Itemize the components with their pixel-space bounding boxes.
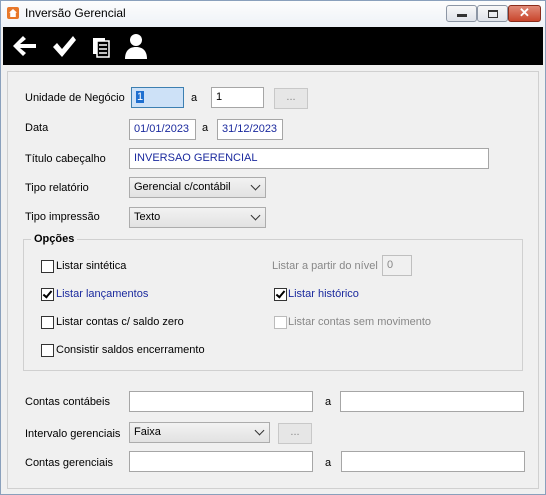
intervalo-gerenciais-label: Intervalo gerenciais (25, 428, 121, 440)
check-icon (275, 288, 286, 299)
date-separator: a (202, 122, 209, 134)
chevron-down-icon (254, 425, 265, 436)
check-icon[interactable] (49, 32, 79, 60)
chevron-down-icon (250, 210, 261, 221)
tipo-impressao-value: Texto (134, 211, 161, 223)
tipo-impressao-label: Tipo impressão (25, 211, 100, 223)
consistir-saldos-label: Consistir saldos encerramento (56, 344, 205, 356)
unidade-label: Unidade de Negócio (25, 92, 125, 104)
back-arrow-icon[interactable] (9, 32, 39, 60)
consistir-saldos-checkbox[interactable] (41, 344, 54, 357)
maximize-button[interactable] (477, 5, 508, 22)
listar-sem-movimento-label: Listar contas sem movimento (288, 316, 432, 328)
listar-lancamentos-checkbox[interactable] (41, 288, 54, 301)
tipo-impressao-select[interactable]: Texto (129, 207, 266, 228)
contas-gerenciais-from-input[interactable] (129, 451, 313, 472)
toolbar (3, 27, 543, 65)
listar-nivel-input[interactable]: 0 (382, 255, 412, 276)
unidade-separator: a (191, 92, 198, 104)
report-window: Inversão Gerencial ✕ Unidade de Negócio … (0, 0, 546, 495)
titulo-input[interactable]: INVERSAO GERENCIAL (129, 148, 489, 169)
listar-sem-movimento-checkbox[interactable] (274, 316, 287, 329)
titulo-label: Título cabeçalho (25, 153, 106, 165)
close-icon: ✕ (519, 5, 530, 20)
listar-sintetica-checkbox[interactable] (41, 260, 54, 273)
listar-historico-checkbox[interactable] (274, 288, 287, 301)
listar-saldo-zero-label: Listar contas c/ saldo zero (56, 316, 184, 328)
intervalo-gerenciais-select[interactable]: Faixa (129, 422, 270, 443)
listar-nivel-label: Listar a partir do nível (272, 260, 378, 272)
intervalo-browse-button[interactable]: ... (278, 423, 312, 444)
contas-contabeis-label: Contas contábeis (25, 396, 110, 408)
tipo-relatorio-value: Gerencial c/contábil (134, 181, 231, 193)
contas-contabeis-from-input[interactable] (129, 391, 313, 412)
documents-icon[interactable] (87, 32, 117, 60)
intervalo-gerenciais-value: Faixa (134, 426, 161, 438)
contas-gerenciais-to-input[interactable] (341, 451, 525, 472)
listar-sintetica-label: Listar sintética (56, 260, 127, 272)
window-title: Inversão Gerencial (25, 6, 126, 20)
listar-lancamentos-label: Listar lançamentos (56, 288, 149, 300)
tipo-relatorio-label: Tipo relatório (25, 182, 89, 194)
maximize-icon (488, 10, 498, 18)
close-button[interactable]: ✕ (508, 5, 541, 22)
user-icon[interactable] (121, 32, 151, 60)
unidade-from-input[interactable]: 1 (131, 87, 184, 108)
contas-gerenciais-label: Contas gerenciais (25, 457, 114, 469)
listar-historico-label: Listar histórico (288, 288, 359, 300)
minimize-button[interactable] (446, 5, 477, 22)
unidade-browse-button[interactable]: ... (274, 88, 308, 109)
contas-gerenciais-separator: a (325, 457, 332, 469)
tipo-relatorio-select[interactable]: Gerencial c/contábil (129, 177, 266, 198)
contas-contabeis-separator: a (325, 396, 332, 408)
unidade-to-input[interactable]: 1 (211, 87, 264, 108)
app-home-icon (7, 7, 19, 19)
contas-contabeis-to-input[interactable] (340, 391, 524, 412)
title-bar[interactable]: Inversão Gerencial ✕ (1, 1, 545, 27)
data-label: Data (25, 122, 49, 134)
date-to-input[interactable]: 31/12/2023 (217, 119, 283, 140)
opcoes-title: Opções (31, 233, 78, 245)
check-icon (42, 288, 53, 299)
chevron-down-icon (250, 180, 261, 191)
listar-saldo-zero-checkbox[interactable] (41, 316, 54, 329)
minimize-icon (457, 14, 467, 17)
date-from-input[interactable]: 01/01/2023 (129, 119, 196, 140)
